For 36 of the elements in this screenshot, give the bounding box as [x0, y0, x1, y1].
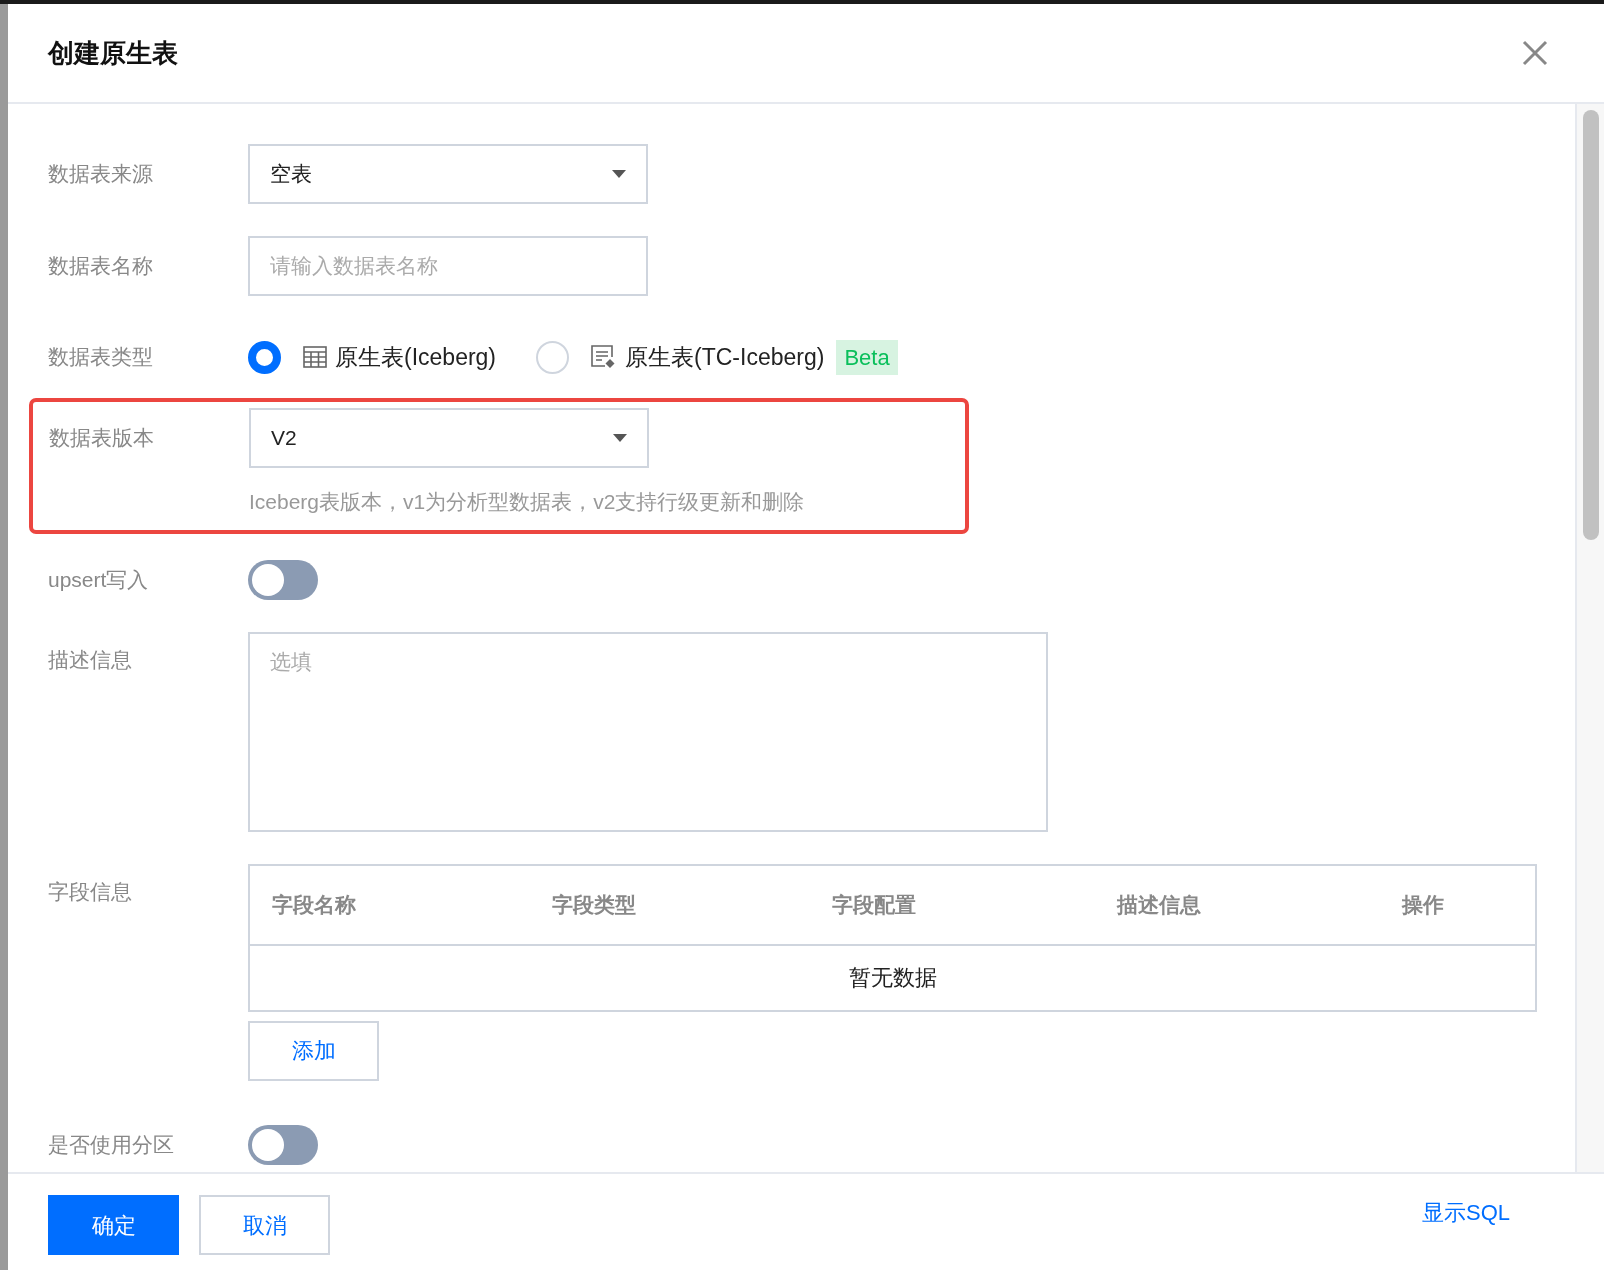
- text-field[interactable]: 请输入数据表名称: [248, 236, 648, 296]
- close-icon[interactable]: [1522, 40, 1548, 66]
- field-label: 是否使用分区: [48, 1132, 174, 1156]
- dialog-title: 创建原生表: [48, 36, 178, 70]
- cancel-button[interactable]: 取消: [199, 1195, 330, 1255]
- column-header: 字段类型: [552, 892, 636, 916]
- add-button[interactable]: 添加: [248, 1020, 379, 1081]
- beta-badge: Beta: [836, 339, 898, 375]
- radio-button[interactable]: [248, 340, 281, 374]
- empty-text: 暂无数据: [848, 964, 937, 992]
- column-header: 描述信息: [1117, 892, 1201, 916]
- field-label: 数据表来源: [48, 162, 153, 186]
- radio-label[interactable]: 原生表(TC-Iceberg): [625, 339, 825, 375]
- select-field[interactable]: 空表: [248, 144, 648, 204]
- field-label: 数据表版本: [49, 426, 154, 450]
- show-sql-link[interactable]: 显示SQL: [1421, 1195, 1510, 1229]
- scrollbar[interactable]: [1575, 104, 1604, 1172]
- confirm-button[interactable]: 确定: [48, 1195, 179, 1255]
- toggle-switch[interactable]: [248, 1124, 318, 1165]
- column-header: 字段配置: [832, 892, 916, 916]
- field-label: upsert写入: [48, 567, 149, 591]
- document-edit-icon: [591, 345, 618, 369]
- select-field[interactable]: V2: [249, 408, 649, 468]
- radio-label[interactable]: 原生表(Iceberg): [335, 339, 497, 375]
- caret-icon: [612, 170, 626, 178]
- column-header: 操作: [1402, 892, 1444, 916]
- table-icon: [303, 346, 327, 368]
- field-label: 描述信息: [48, 647, 132, 671]
- hint-text: Iceberg表版本，v1为分析型数据表，v2支持行级更新和删除: [249, 490, 805, 513]
- toggle-switch[interactable]: [248, 559, 318, 600]
- description-field[interactable]: 选填: [248, 631, 1048, 832]
- field-label: 数据表名称: [48, 254, 153, 278]
- caret-icon: [613, 434, 627, 442]
- field-label: 数据表类型: [48, 345, 153, 369]
- field-label: 字段信息: [48, 879, 132, 903]
- column-header: 字段名称: [272, 892, 356, 916]
